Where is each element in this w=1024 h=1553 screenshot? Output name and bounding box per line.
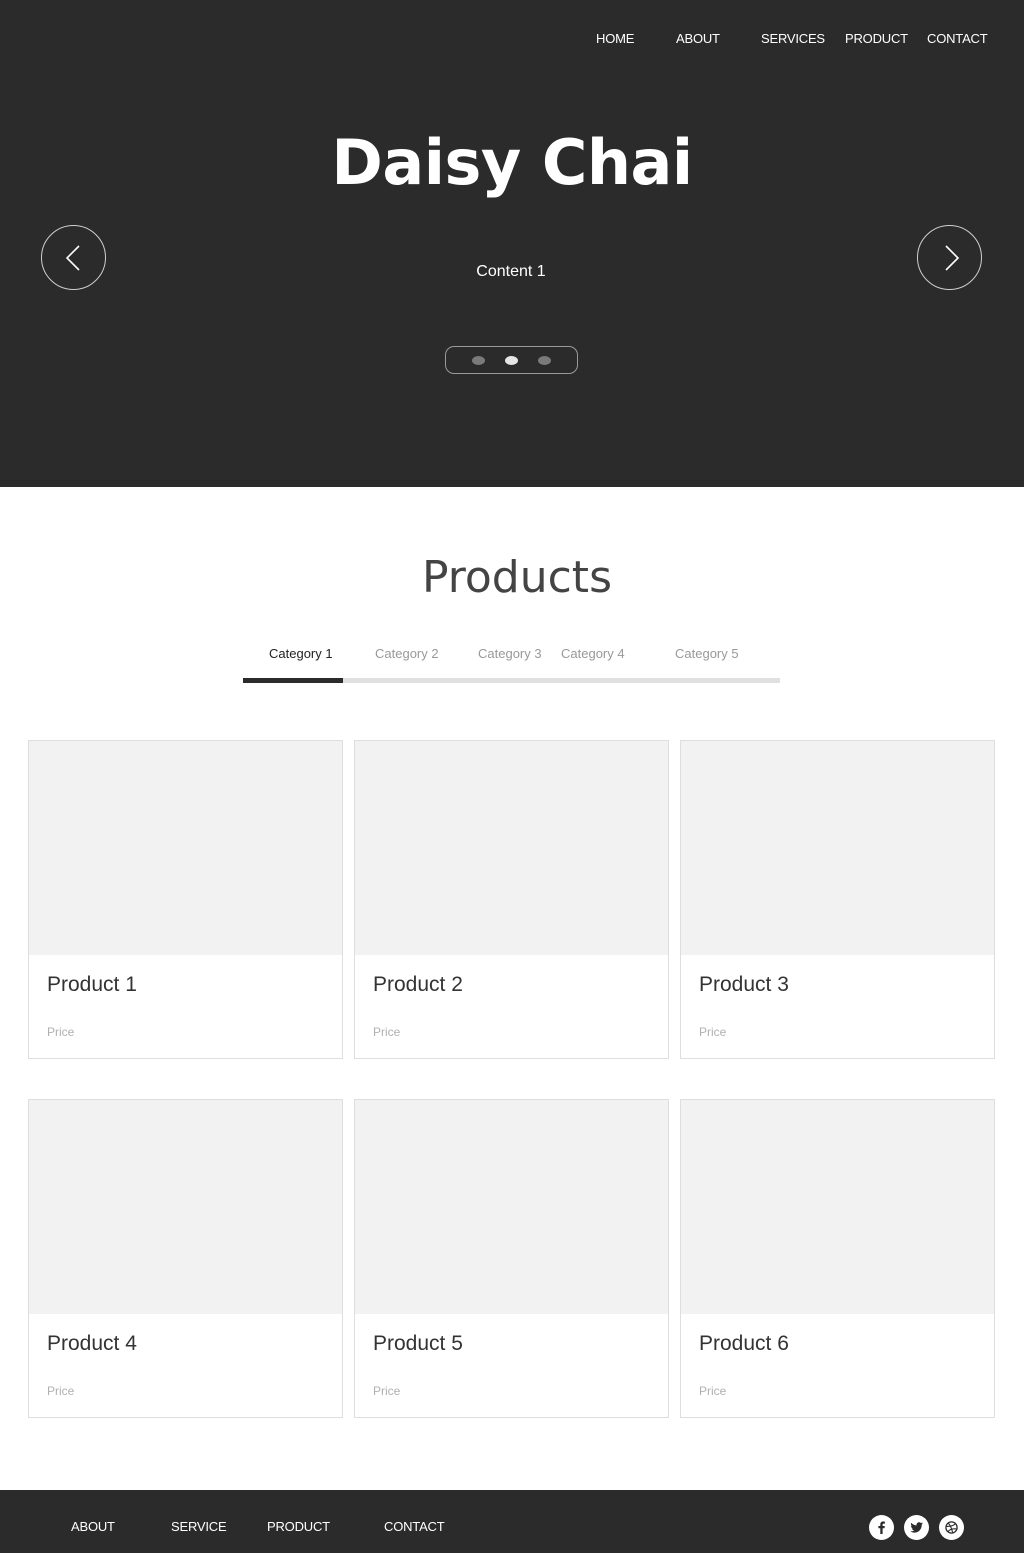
product-image-placeholder [681, 1100, 994, 1314]
footer-product-link[interactable]: PRODUCT [267, 1519, 330, 1534]
product-price: Price [373, 1384, 401, 1398]
chevron-left-icon [65, 245, 80, 271]
product-image-placeholder [355, 741, 668, 955]
slide-dot-2[interactable] [505, 356, 518, 365]
product-name: Product 1 [47, 973, 137, 996]
prev-slide-button[interactable] [41, 225, 106, 290]
next-slide-button[interactable] [917, 225, 982, 290]
tab-category-4[interactable]: Category 4 [561, 646, 625, 661]
active-tab-indicator [243, 678, 343, 683]
product-price: Price [47, 1384, 75, 1398]
hero-section: HOME ABOUT SERVICES PRODUCT CONTACT Dais… [0, 0, 1024, 487]
product-card-5[interactable]: Product 5 Price [354, 1099, 669, 1418]
nav-product-link[interactable]: PRODUCT [845, 31, 908, 46]
facebook-button[interactable] [869, 1515, 894, 1540]
nav-home-link[interactable]: HOME [596, 31, 634, 46]
dribbble-icon [945, 1521, 958, 1534]
product-card-3[interactable]: Product 3 Price [680, 740, 995, 1059]
hero-title: Daisy Chai [331, 126, 693, 199]
hero-subtitle: Content 1 [476, 263, 546, 280]
footer-service-link[interactable]: SERVICE [171, 1519, 227, 1534]
product-image-placeholder [29, 741, 342, 955]
product-price: Price [373, 1025, 401, 1039]
slide-dot-3[interactable] [538, 356, 551, 365]
product-name: Product 3 [699, 973, 789, 996]
twitter-icon [910, 1522, 923, 1533]
slide-pagination [445, 346, 578, 374]
tab-category-5[interactable]: Category 5 [675, 646, 739, 661]
chevron-right-icon [945, 245, 960, 271]
slide-dot-1[interactable] [472, 356, 485, 365]
product-card-6[interactable]: Product 6 Price [680, 1099, 995, 1418]
nav-services-link[interactable]: SERVICES [761, 31, 825, 46]
product-price: Price [699, 1384, 727, 1398]
nav-about-link[interactable]: ABOUT [676, 31, 720, 46]
product-card-2[interactable]: Product 2 Price [354, 740, 669, 1059]
product-price: Price [699, 1025, 727, 1039]
footer-about-link[interactable]: ABOUT [71, 1519, 115, 1534]
footer-contact-link[interactable]: CONTACT [384, 1519, 445, 1534]
product-card-1[interactable]: Product 1 Price [28, 740, 343, 1059]
product-name: Product 4 [47, 1332, 137, 1355]
facebook-icon [878, 1521, 885, 1534]
dribbble-button[interactable] [939, 1515, 964, 1540]
product-price: Price [47, 1025, 75, 1039]
twitter-button[interactable] [904, 1515, 929, 1540]
tab-category-2[interactable]: Category 2 [375, 646, 439, 661]
product-image-placeholder [29, 1100, 342, 1314]
footer: ABOUT SERVICE PRODUCT CONTACT [0, 1490, 1024, 1553]
tab-category-1[interactable]: Category 1 [269, 646, 333, 661]
nav-contact-link[interactable]: CONTACT [927, 31, 988, 46]
product-card-4[interactable]: Product 4 Price [28, 1099, 343, 1418]
product-image-placeholder [355, 1100, 668, 1314]
product-image-placeholder [681, 741, 994, 955]
product-name: Product 6 [699, 1332, 789, 1355]
product-name: Product 5 [373, 1332, 463, 1355]
products-title: Products [422, 552, 612, 603]
product-name: Product 2 [373, 973, 463, 996]
tab-category-3[interactable]: Category 3 [478, 646, 542, 661]
